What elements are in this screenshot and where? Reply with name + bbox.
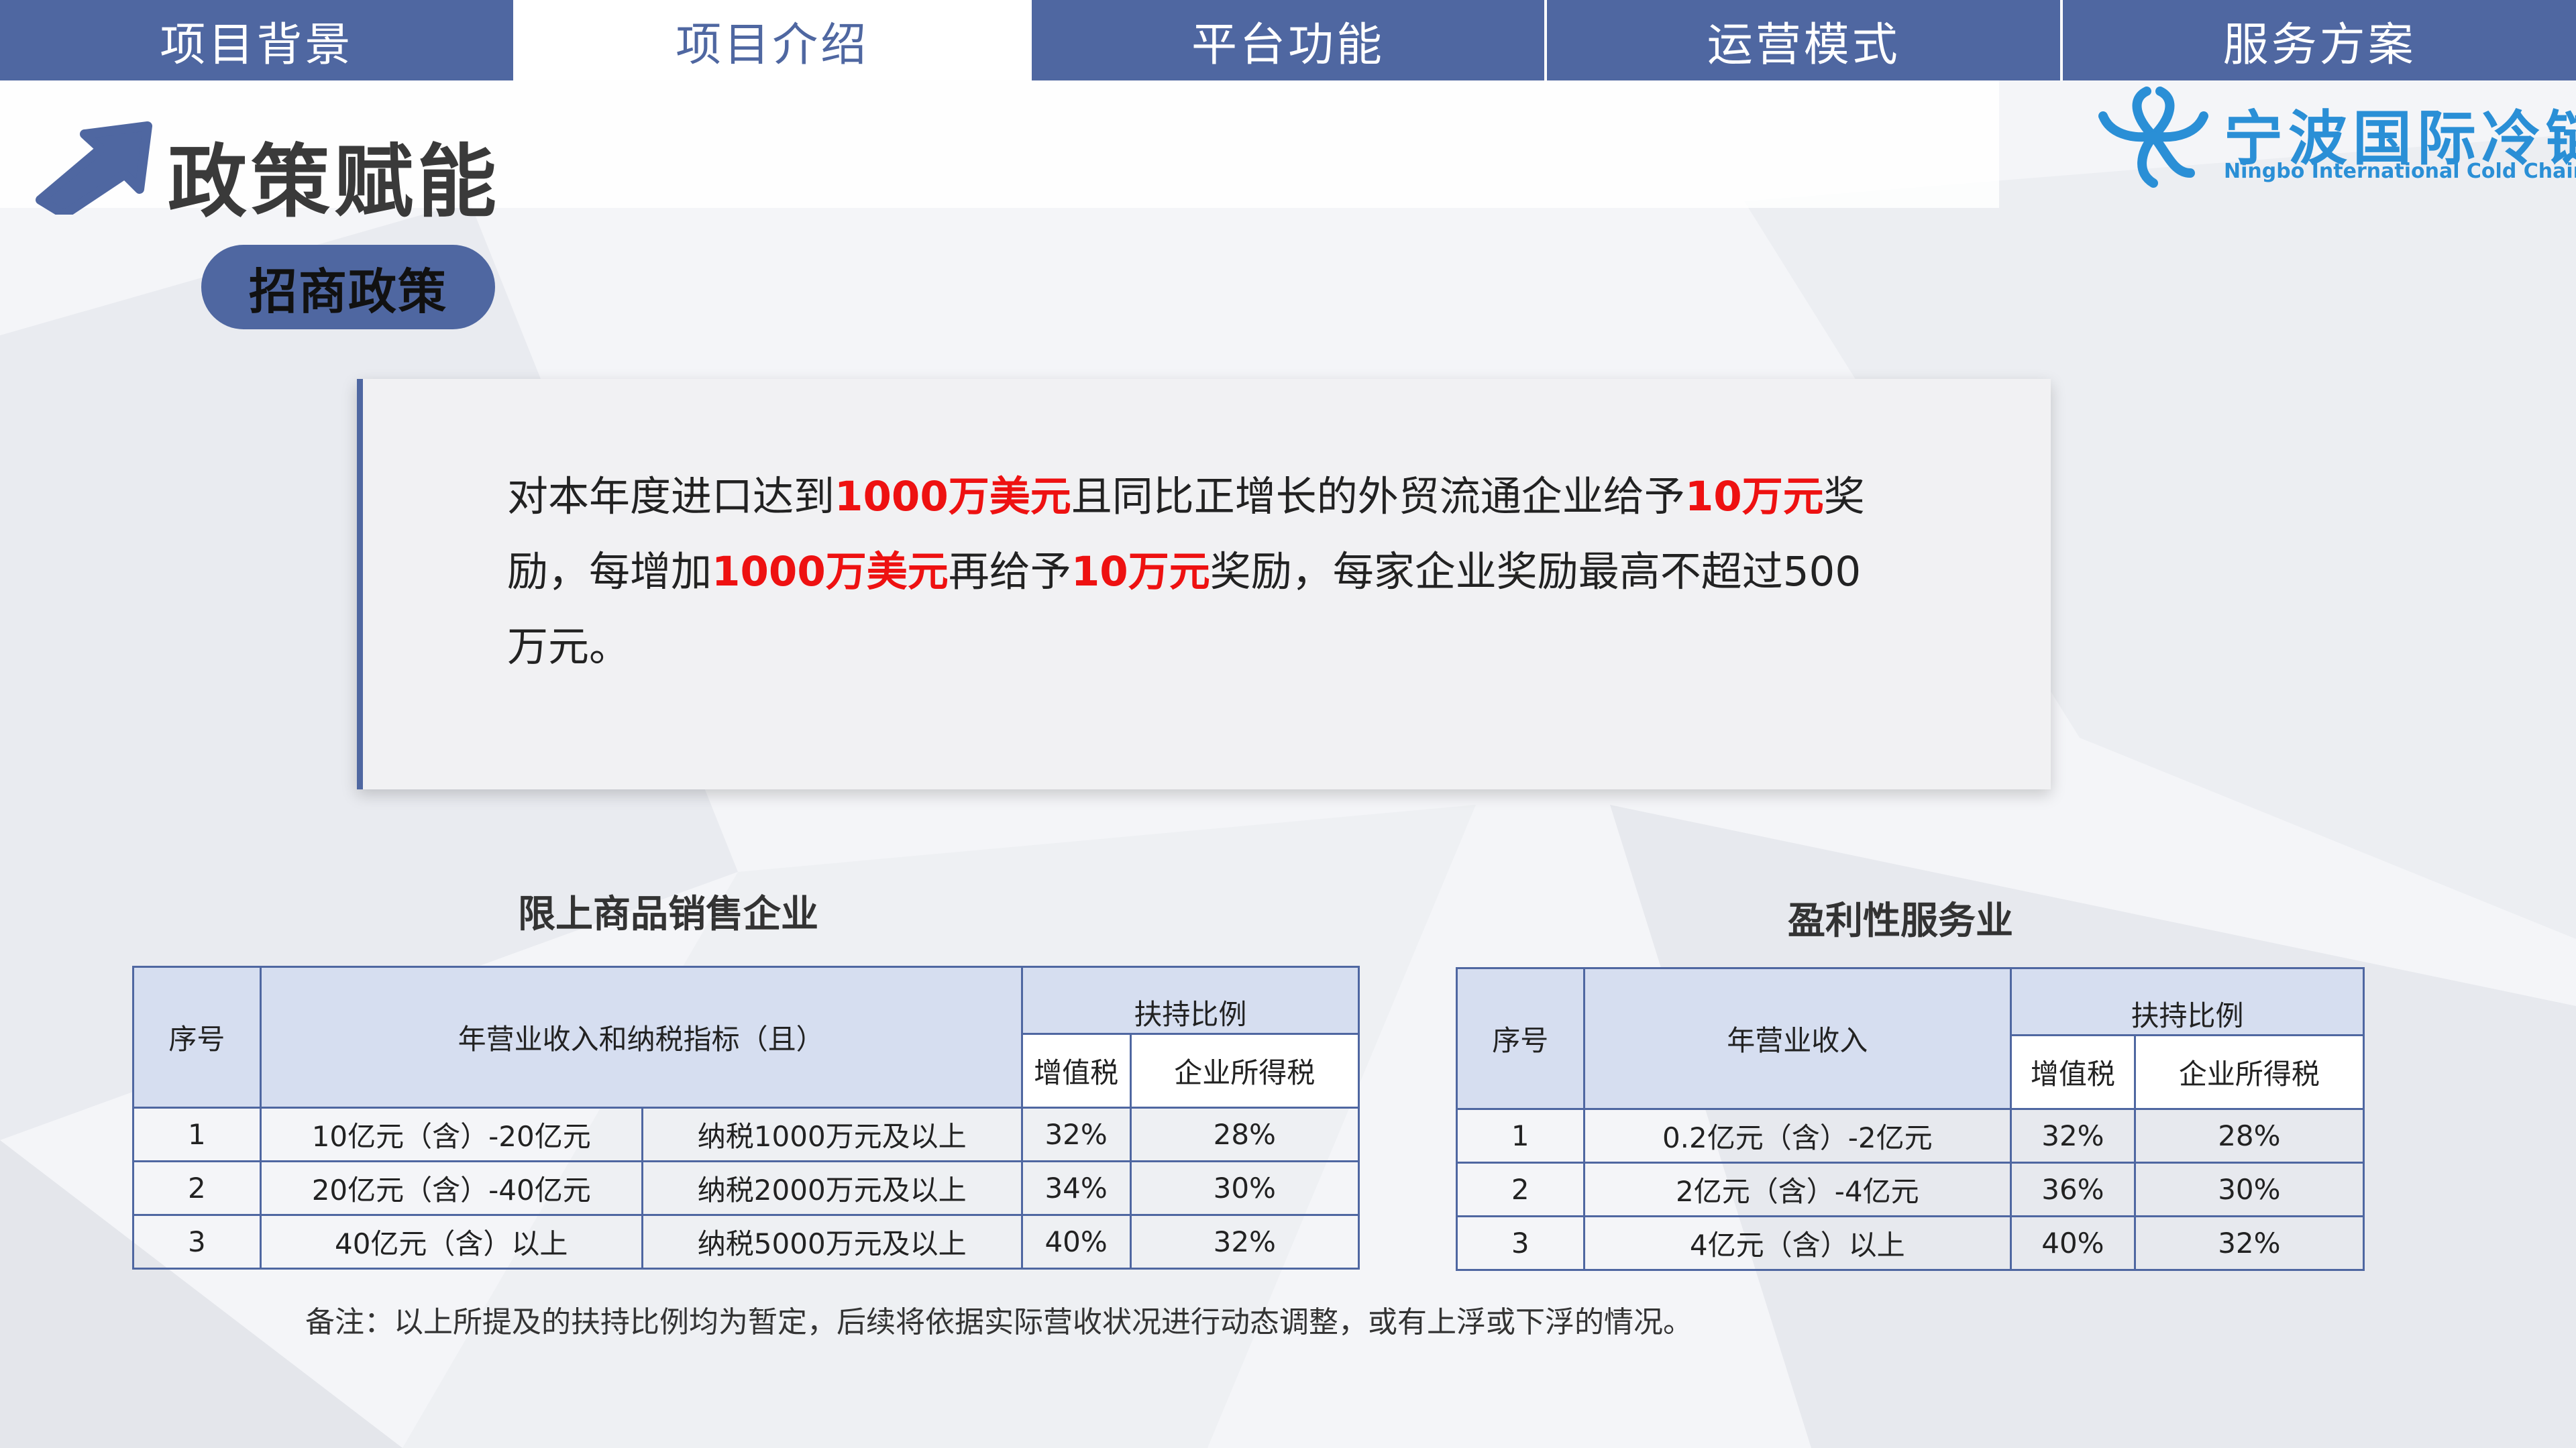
header-vat: 增值税	[2010, 1034, 2136, 1110]
cell-tax: 纳税1000万元及以上	[641, 1107, 1023, 1162]
cell-revenue: 40亿元（含）以上	[259, 1214, 643, 1270]
cell-cit: 28%	[1129, 1107, 1360, 1162]
policy-text: 对本年度进口达到1000万美元且同比正增长的外贸流通企业给予10万元奖励，每增加…	[507, 459, 1882, 685]
cell-revenue: 20亿元（含）-40亿元	[259, 1160, 643, 1216]
cell-no: 3	[132, 1214, 262, 1270]
cell-no: 2	[1456, 1162, 1585, 1217]
cell-no: 1	[132, 1107, 262, 1162]
cell-vat: 36%	[2010, 1162, 2136, 1217]
table-retail-enterprises: 序号 年营业收入和纳税指标（且） 扶持比例 增值税 企业所得税 1 10亿元（含…	[132, 966, 1360, 1270]
header-cit: 企业所得税	[1129, 1033, 1360, 1109]
cell-revenue: 2亿元（含）-4亿元	[1582, 1162, 2012, 1217]
cell-cit: 32%	[1129, 1214, 1360, 1270]
cell-no: 1	[1456, 1108, 1585, 1164]
header-no: 序号	[132, 966, 262, 1109]
cell-no: 2	[132, 1160, 262, 1216]
tab-operation-mode[interactable]: 运营模式	[1547, 0, 2063, 80]
table-row: 2 20亿元（含）-40亿元 纳税2000万元及以上 34% 30%	[132, 1160, 1360, 1216]
highlight-amount: 1000万美元	[835, 473, 1071, 520]
policy-card: 对本年度进口达到1000万美元且同比正增长的外贸流通企业给予10万元奖励，每增加…	[357, 379, 2051, 789]
table1-title: 限上商品销售企业	[518, 893, 818, 936]
cell-vat: 32%	[2010, 1108, 2136, 1164]
section-pill-investment-policy[interactable]: 招商政策	[201, 245, 495, 329]
tab-project-intro[interactable]: 项目介绍	[515, 0, 1032, 80]
cell-cit: 30%	[2133, 1162, 2365, 1217]
page-title: 政策赋能	[168, 135, 501, 228]
cell-cit: 32%	[2133, 1215, 2365, 1271]
cell-cit: 30%	[1129, 1160, 1360, 1216]
table2-title: 盈利性服务业	[1788, 899, 2013, 943]
header-cit: 企业所得税	[2133, 1034, 2365, 1110]
cell-cit: 28%	[2133, 1108, 2365, 1164]
table-row: 3 40亿元（含）以上 纳税5000万元及以上 40% 32%	[132, 1214, 1360, 1270]
table-row: 3 4亿元（含）以上 40% 32%	[1456, 1215, 2365, 1271]
cell-revenue: 10亿元（含）-20亿元	[259, 1107, 643, 1162]
policy-text-part: 对本年度进口达到	[507, 473, 835, 520]
cell-tax: 纳税2000万元及以上	[641, 1160, 1023, 1216]
table-row: 1 0.2亿元（含）-2亿元 32% 28%	[1456, 1108, 2365, 1164]
snowflake-logo-icon	[2098, 87, 2208, 188]
cell-no: 3	[1456, 1215, 1585, 1271]
tab-platform-functions[interactable]: 平台功能	[1031, 0, 1548, 80]
header-support-ratio: 扶持比例	[1020, 966, 1360, 1035]
table-row: 2 2亿元（含）-4亿元 36% 30%	[1456, 1162, 2365, 1217]
cell-revenue: 0.2亿元（含）-2亿元	[1582, 1108, 2012, 1164]
header-no: 序号	[1456, 967, 1585, 1110]
highlight-amount: 10万元	[1071, 548, 1210, 596]
cell-revenue: 4亿元（含）以上	[1582, 1215, 2012, 1271]
table-service-industry: 序号 年营业收入 扶持比例 增值税 企业所得税 1 0.2亿元（含）-2亿元 3…	[1456, 967, 2365, 1271]
tab-service-plan[interactable]: 服务方案	[2063, 0, 2576, 80]
policy-text-part: 且同比正增长的外贸流通企业给予	[1071, 473, 1685, 520]
cell-vat: 34%	[1020, 1160, 1132, 1216]
header-support-ratio: 扶持比例	[2010, 967, 2365, 1036]
tab-project-background[interactable]: 项目背景	[0, 0, 516, 80]
company-logo: 宁波国际冷链 Ningbo International Cold Chain	[2090, 79, 2576, 193]
cell-vat: 32%	[1020, 1107, 1132, 1162]
cell-vat: 40%	[1020, 1214, 1132, 1270]
table-row: 1 10亿元（含）-20亿元 纳税1000万元及以上 32% 28%	[132, 1107, 1360, 1162]
cell-vat: 40%	[2010, 1215, 2136, 1271]
cell-tax: 纳税5000万元及以上	[641, 1214, 1023, 1270]
policy-text-part: 再给予	[948, 548, 1071, 596]
top-nav: 项目背景 项目介绍 平台功能 运营模式 服务方案	[0, 0, 2576, 80]
header-revenue: 年营业收入	[1582, 967, 2012, 1110]
arrow-up-right-icon	[36, 121, 152, 215]
highlight-amount: 10万元	[1684, 473, 1824, 520]
pill-label: 招商政策	[248, 263, 447, 320]
logo-text-en: Ningbo International Cold Chain	[2224, 160, 2576, 183]
highlight-amount: 1000万美元	[712, 548, 949, 596]
footnote: 备注：以上所提及的扶持比例均为暂定，后续将依据实际营收状况进行动态调整，或有上浮…	[305, 1305, 1693, 1339]
header-vat: 增值税	[1020, 1033, 1132, 1109]
header-indicator: 年营业收入和纳税指标（且）	[259, 966, 1023, 1109]
